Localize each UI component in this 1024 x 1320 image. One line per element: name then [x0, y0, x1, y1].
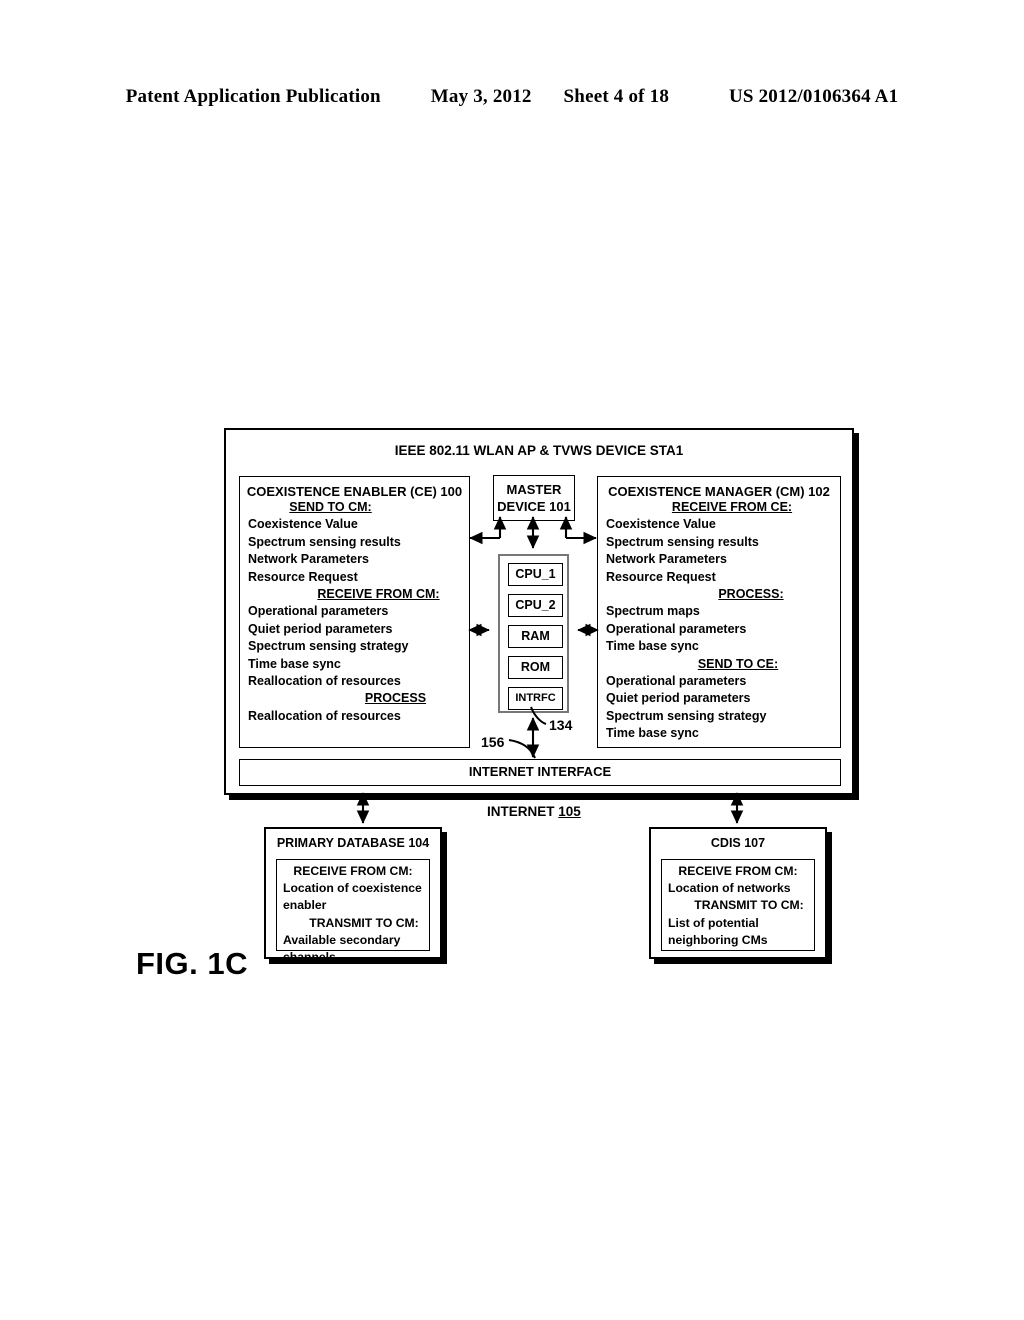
reference-numeral-134: 134: [549, 717, 573, 733]
primary-database-body: RECEIVE FROM CM: Location of coexistence…: [277, 863, 429, 966]
pdb-heading-receive: RECEIVE FROM CM:: [293, 864, 413, 878]
coexistence-manager-panel: COEXISTENCE MANAGER (CM) 102 RECEIVE FRO…: [597, 476, 841, 748]
internet-label: INTERNET 105: [487, 804, 581, 819]
cm-item: Quiet period parameters: [606, 691, 751, 706]
sta1-device-frame: IEEE 802.11 WLAN AP & TVWS DEVICE STA1 C…: [224, 428, 854, 795]
pdb-item: Location of coexistence: [283, 881, 422, 896]
component-rom: ROM: [508, 656, 563, 679]
ce-heading-send: SEND TO CM:: [289, 500, 372, 514]
ce-item: Operational parameters: [248, 604, 389, 619]
page-header: Patent Application Publication May 3, 20…: [0, 86, 1024, 108]
coexistence-manager-body: RECEIVE FROM CE: Coexistence Value Spect…: [598, 499, 840, 743]
ce-item: Quiet period parameters: [248, 621, 393, 636]
cm-item: Network Parameters: [606, 552, 727, 567]
ce-item: Coexistence Value: [248, 517, 358, 532]
cm-item: Resource Request: [606, 569, 716, 584]
cm-heading-receive: RECEIVE FROM CE:: [671, 500, 793, 514]
cdis-item: Location of networks: [668, 881, 791, 896]
sta1-title: IEEE 802.11 WLAN AP & TVWS DEVICE STA1: [394, 443, 684, 458]
master-device-components-frame: CPU_1 CPU_2 RAM ROM INTRFC: [498, 554, 569, 713]
internet-label-text: INTERNET: [487, 804, 559, 819]
header-publication: Patent Application Publication: [125, 86, 381, 107]
ce-item: Reallocation of resources: [248, 708, 401, 723]
component-intrfc: INTRFC: [508, 687, 563, 710]
cm-heading-send: SEND TO CE:: [697, 656, 779, 671]
cm-item: Spectrum sensing strategy: [606, 708, 767, 723]
cm-heading-process: PROCESS:: [718, 587, 784, 602]
coexistence-enabler-panel: COEXISTENCE ENABLER (CE) 100 SEND TO CM:…: [239, 476, 470, 748]
ce-item: Spectrum sensing strategy: [248, 639, 409, 654]
pdb-item: Available secondary: [283, 932, 401, 947]
master-device-title-line1: MASTER: [506, 482, 562, 497]
ce-item: Spectrum sensing results: [248, 534, 401, 549]
coexistence-enabler-title: COEXISTENCE ENABLER (CE) 100: [246, 484, 463, 499]
pdb-item: channels: [283, 950, 336, 965]
primary-database-inner: RECEIVE FROM CM: Location of coexistence…: [276, 859, 430, 964]
pdb-item: enabler: [283, 898, 327, 913]
component-cpu-1: CPU_1: [508, 563, 563, 586]
primary-database-box: PRIMARY DATABASE 104 RECEIVE FROM CM: Lo…: [264, 827, 442, 964]
cdis-title: CDIS 107: [710, 836, 766, 850]
ce-item: Reallocation of resources: [248, 674, 401, 689]
coexistence-enabler-body: SEND TO CM: Coexistence Value Spectrum s…: [240, 499, 469, 725]
primary-database-title: PRIMARY DATABASE 104: [276, 836, 430, 850]
ce-item: Network Parameters: [248, 552, 369, 567]
header-sheet: Sheet 4 of 18: [563, 86, 670, 107]
cm-item: Operational parameters: [606, 674, 747, 689]
ce-heading-receive: RECEIVE FROM CM:: [317, 587, 440, 602]
internet-label-ref: 105: [558, 804, 581, 819]
cdis-item: neighboring CMs: [668, 932, 768, 947]
pdb-heading-transmit: TRANSMIT TO CM:: [309, 915, 419, 930]
master-device-panel: MASTER DEVICE 101: [493, 475, 575, 521]
cdis-body: RECEIVE FROM CM: Location of networks TR…: [662, 863, 814, 949]
figure-label: FIG. 1C: [136, 946, 249, 981]
cm-item: Operational parameters: [606, 621, 747, 636]
reference-numeral-156: 156: [481, 734, 505, 750]
header-date: May 3, 2012: [430, 86, 532, 107]
component-cpu-2: CPU_2: [508, 594, 563, 617]
master-device-title-line2: DEVICE 101: [497, 499, 571, 514]
header-patent-number: US 2012/0106364 A1: [728, 86, 899, 107]
ce-heading-process: PROCESS: [364, 691, 427, 706]
cdis-heading-transmit: TRANSMIT TO CM:: [694, 898, 804, 913]
cm-item: Time base sync: [606, 639, 699, 654]
internet-interface-bar: INTERNET INTERFACE: [239, 759, 841, 786]
cm-item: Coexistence Value: [606, 517, 716, 532]
cm-item: Time base sync: [606, 726, 699, 741]
cdis-heading-receive: RECEIVE FROM CM:: [678, 864, 798, 878]
cdis-item: List of potential: [668, 915, 759, 930]
ce-item: Resource Request: [248, 569, 358, 584]
cm-item: Spectrum maps: [606, 604, 700, 619]
component-ram: RAM: [508, 625, 563, 648]
cdis-inner: RECEIVE FROM CM: Location of networks TR…: [661, 859, 815, 951]
master-device-title: MASTER DEVICE 101: [494, 481, 574, 515]
cdis-box: CDIS 107 RECEIVE FROM CM: Location of ne…: [649, 827, 827, 959]
coexistence-manager-title: COEXISTENCE MANAGER (CM) 102: [608, 484, 830, 499]
cm-item: Spectrum sensing results: [606, 534, 759, 549]
ce-item: Time base sync: [248, 656, 341, 671]
